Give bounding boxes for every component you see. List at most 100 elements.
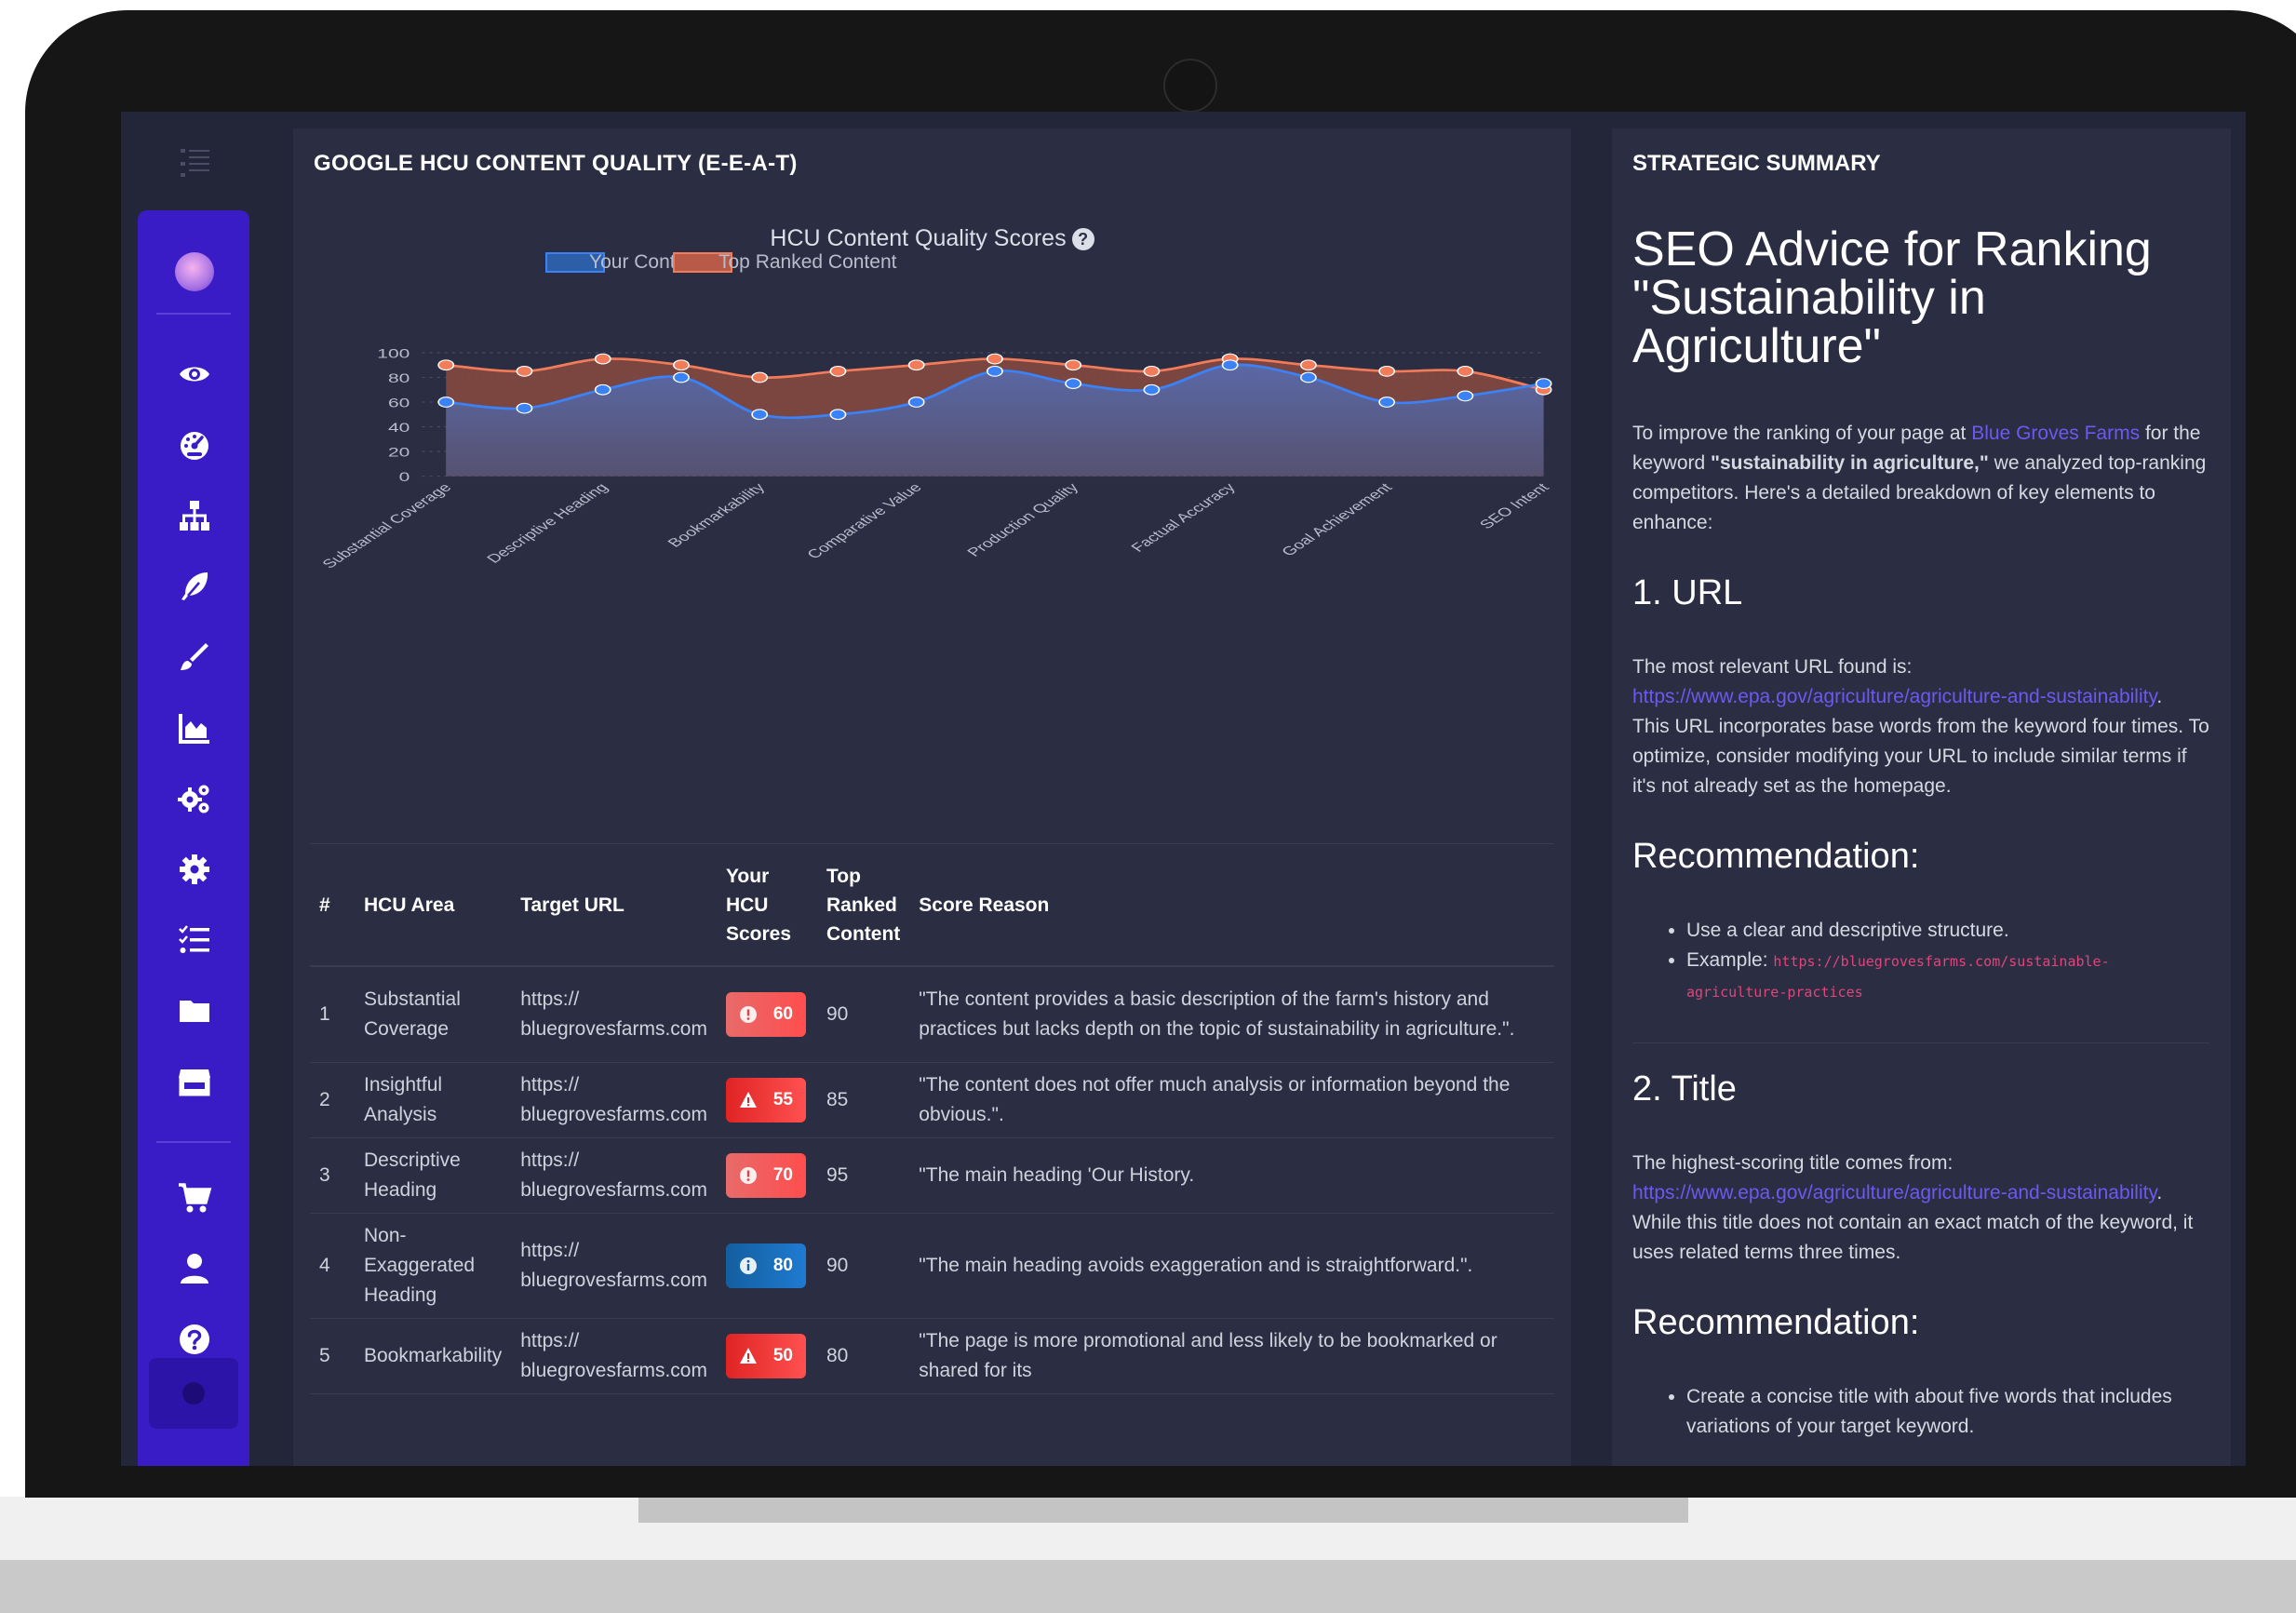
x-tick-label: Bookmarkability [665, 480, 770, 549]
folder-icon[interactable] [177, 993, 212, 1028]
dashboard-gauge-icon[interactable] [177, 427, 212, 463]
score-badge[interactable]: 50 [725, 1333, 806, 1378]
data-point[interactable] [594, 383, 611, 396]
intro-keyword: "sustainability in agriculture," [1711, 452, 1989, 474]
sidebar-footer-button[interactable] [149, 1358, 238, 1429]
row-target-url[interactable]: https:// bluegrovesfarms.com [511, 1062, 717, 1138]
data-point[interactable] [1378, 397, 1396, 408]
data-point[interactable] [829, 409, 847, 421]
row-top-score: 80 [816, 1318, 910, 1394]
data-point[interactable] [516, 365, 533, 377]
strategic-summary-panel: STRATEGIC SUMMARY SEO Advice for Ranking… [1612, 128, 2231, 1466]
x-tick-label: Goal Achievement [1278, 481, 1396, 559]
row-target-url[interactable]: https:// bluegrovesfarms.com [511, 966, 717, 1063]
data-point[interactable] [673, 371, 690, 383]
feather-icon[interactable] [177, 569, 212, 604]
data-point[interactable] [1221, 359, 1239, 371]
eye-icon[interactable] [177, 356, 212, 392]
score-badge[interactable]: 55 [725, 1077, 806, 1122]
data-point[interactable] [751, 409, 769, 421]
data-point[interactable] [1299, 359, 1317, 371]
area-chart-icon[interactable] [177, 710, 212, 746]
menu-collapse-icon[interactable] [179, 145, 212, 179]
row-target-url[interactable]: https:// bluegrovesfarms.com [511, 1318, 717, 1394]
row-score-reason: "The page is more promotional and less l… [909, 1318, 1554, 1394]
col-header-top-ranked[interactable]: Top Ranked Content [816, 843, 910, 967]
y-tick-label: 100 [377, 346, 410, 361]
row-your-score: 60 [716, 966, 817, 1063]
data-point[interactable] [829, 365, 847, 377]
data-point[interactable] [437, 359, 455, 371]
data-point[interactable] [987, 365, 1003, 377]
sitemap-icon[interactable] [177, 498, 212, 533]
data-point[interactable] [594, 353, 611, 365]
gear-icon[interactable] [177, 852, 212, 887]
row-top-score: 85 [816, 1062, 910, 1138]
row-target-url[interactable]: https:// bluegrovesfarms.com [511, 1213, 717, 1319]
row-score-reason: "The content provides a basic descriptio… [909, 966, 1554, 1063]
title-found-label: The highest-scoring title comes from: [1632, 1152, 1954, 1174]
data-point[interactable] [751, 371, 769, 383]
data-point[interactable] [1065, 359, 1082, 371]
table-row[interactable]: 3 Descriptive Heading https:// bluegrovesf… [310, 1137, 1554, 1214]
table-row[interactable]: 4 Non-Exaggerated Heading https:// bluegro… [310, 1213, 1554, 1319]
row-target-url[interactable]: https:// bluegrovesfarms.com [511, 1137, 717, 1214]
best-title-link[interactable]: https://www.epa.gov/agriculture/agricult… [1632, 1182, 2156, 1203]
list-indent-icon [181, 149, 209, 177]
table-row[interactable]: 1 Substantial Coverage https:// bluegroves… [310, 966, 1554, 1063]
y-tick-label: 80 [388, 370, 410, 385]
cogs-icon[interactable] [177, 781, 212, 816]
data-point[interactable] [673, 359, 690, 371]
row-your-score: 80 [716, 1213, 817, 1319]
table-row[interactable]: 2 Insightful Analysis https:// bluegrovesf… [310, 1062, 1554, 1138]
data-point[interactable] [1378, 365, 1396, 377]
help-circle-icon[interactable] [177, 1322, 212, 1357]
col-header-your-score[interactable]: Your HCU Scores [716, 843, 817, 967]
score-badge[interactable]: 80 [725, 1243, 806, 1288]
panel-title: STRATEGIC SUMMARY [1632, 151, 1881, 176]
y-axis: 0 20 40 60 80 100 [377, 346, 410, 484]
data-point[interactable] [516, 402, 533, 414]
avatar[interactable] [175, 252, 214, 291]
url-recommendations: Use a clear and descriptive structure. E… [1632, 916, 2209, 1007]
cart-icon[interactable] [177, 1180, 212, 1216]
score-badge[interactable]: 60 [725, 991, 806, 1037]
row-number: 4 [310, 1213, 355, 1319]
recommendation-title: Recommendation: [1632, 837, 1920, 876]
data-point[interactable] [907, 359, 925, 371]
paintbrush-icon[interactable] [177, 639, 212, 675]
title-recommendations: Create a concise title with about five w… [1632, 1382, 2209, 1442]
summary-content: SEO Advice for Ranking "Sustainability i… [1632, 225, 2209, 1466]
col-header-reason[interactable]: Score Reason [909, 843, 1554, 967]
data-point[interactable] [1457, 390, 1474, 402]
best-url-link[interactable]: https://www.epa.gov/agriculture/agricult… [1632, 686, 2156, 707]
score-badge[interactable]: 70 [725, 1152, 806, 1198]
data-point[interactable] [1535, 378, 1552, 389]
hcu-score-chart: Your Content Top Ranked Content 0 20 40 60 80… [319, 251, 1553, 571]
legend-label[interactable]: Top Ranked Content [718, 251, 897, 273]
row-hcu-area: Insightful Analysis [355, 1062, 512, 1138]
url-explanation: This URL incorporates base words from th… [1632, 716, 2209, 797]
data-point[interactable] [1143, 383, 1161, 396]
intro-site-link[interactable]: Blue Groves Farms [1971, 423, 2140, 444]
data-point[interactable] [437, 397, 455, 408]
col-header-num[interactable]: # [310, 843, 355, 967]
col-header-area[interactable]: HCU Area [355, 843, 512, 967]
list-item: Use a clear and descriptive structure. [1686, 916, 2209, 946]
data-point[interactable] [1065, 378, 1082, 389]
data-point[interactable] [1299, 371, 1317, 383]
sidebar-divider [156, 313, 231, 315]
user-icon[interactable] [177, 1251, 212, 1286]
store-icon[interactable] [177, 1064, 212, 1099]
col-header-url[interactable]: Target URL [511, 843, 717, 967]
data-point[interactable] [1457, 365, 1474, 377]
row-your-score: 70 [716, 1137, 817, 1214]
task-list-icon[interactable] [177, 922, 212, 958]
table-row[interactable]: 5 Bookmarkability https:// bluegrovesfarms… [310, 1318, 1554, 1394]
data-point[interactable] [1143, 365, 1161, 377]
row-number: 5 [310, 1318, 355, 1394]
app-screen: GOOGLE HCU CONTENT QUALITY (E-E-A-T) HCU… [121, 112, 2246, 1466]
row-score-reason: "The main heading 'Our History. [909, 1137, 1554, 1214]
data-point[interactable] [907, 397, 925, 408]
data-point[interactable] [987, 353, 1003, 365]
